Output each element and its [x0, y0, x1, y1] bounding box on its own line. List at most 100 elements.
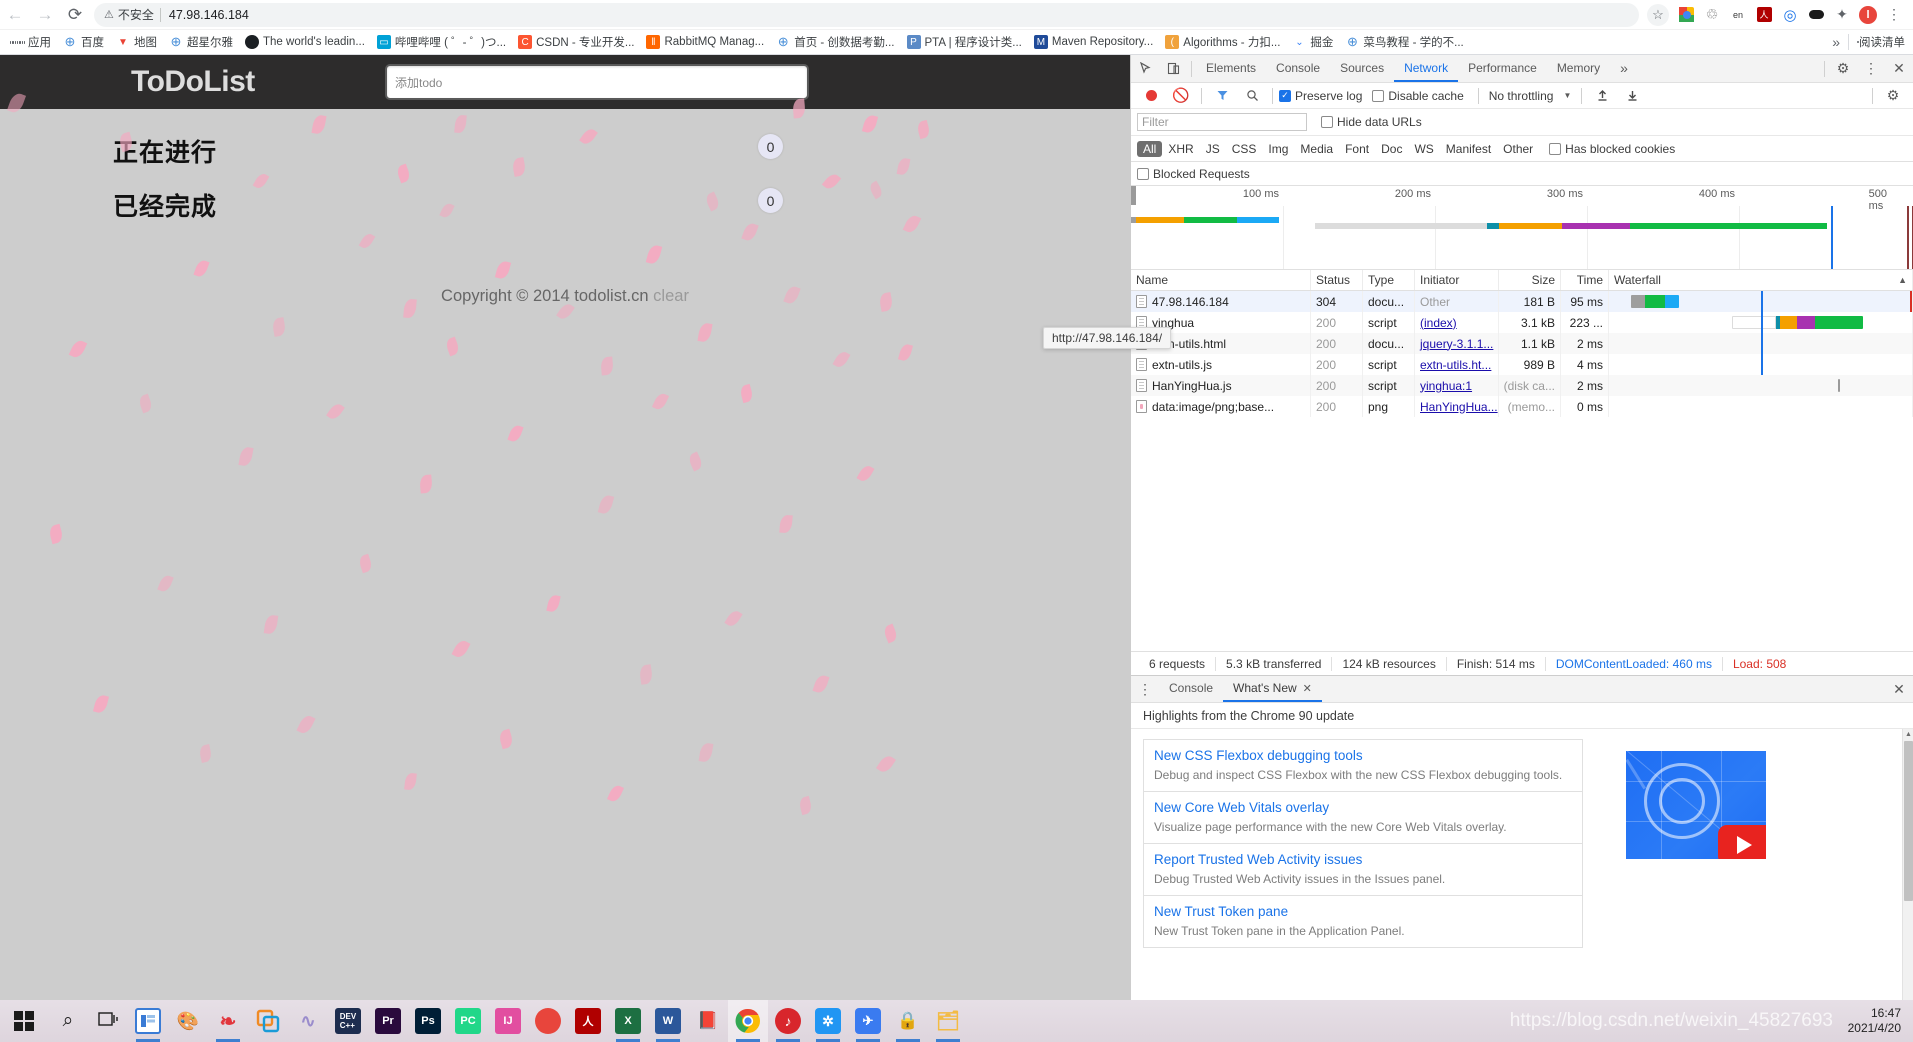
encrypt-pinned[interactable]: 🔒 [888, 1000, 928, 1042]
wps-pinned[interactable]: 🗂 [928, 1000, 968, 1042]
intellij-pinned[interactable]: IJ [488, 1000, 528, 1042]
snipaste-pinned[interactable]: ✲ [808, 1000, 848, 1042]
cell-initiator[interactable]: (index) [1415, 312, 1499, 333]
bookmark-item-7[interactable]: ‖ RabbitMQ Manag... [640, 31, 770, 53]
navicat-pinned[interactable]: ❧ [208, 1000, 248, 1042]
file-explorer-pinned[interactable] [128, 1000, 168, 1042]
netease-music-pinned[interactable]: ♪ [768, 1000, 808, 1042]
bookmark-item-2[interactable]: ▼ 地图 [110, 31, 163, 53]
column-header-name[interactable]: Name [1131, 270, 1311, 290]
foxmail-pinned[interactable]: ✈ [848, 1000, 888, 1042]
hide-data-urls-checkbox[interactable]: Hide data URLs [1321, 115, 1430, 129]
tabs-overflow-button[interactable]: » [1610, 55, 1638, 82]
blocked-requests-checkbox[interactable]: Blocked Requests [1137, 167, 1258, 181]
settings-gear-icon[interactable]: ⚙ [1829, 56, 1857, 82]
filter-input[interactable]: Filter [1137, 113, 1307, 131]
tab-memory[interactable]: Memory [1547, 55, 1610, 82]
tab-elements[interactable]: Elements [1196, 55, 1266, 82]
pycharm-pinned[interactable]: PC [448, 1000, 488, 1042]
table-row[interactable]: yinghua 200 script (index) 3.1 kB 223 ... [1131, 312, 1913, 333]
close-drawer-icon[interactable]: ✕ [1885, 676, 1913, 702]
clear-link[interactable]: clear [653, 287, 689, 305]
whats-new-scrollbar[interactable]: ▲ [1902, 729, 1913, 1000]
initiator-link[interactable]: (index) [1420, 316, 1457, 330]
disable-cache-checkbox[interactable]: Disable cache [1372, 89, 1471, 103]
column-header-time[interactable]: Time [1561, 270, 1609, 290]
paint-pinned[interactable]: 🎨 [168, 1000, 208, 1042]
whats-new-card-title[interactable]: Report Trusted Web Activity issues [1154, 850, 1572, 870]
type-filter-manifest[interactable]: Manifest [1440, 141, 1497, 157]
close-devtools-icon[interactable]: ✕ [1885, 56, 1913, 82]
start-button[interactable] [0, 1000, 48, 1042]
cell-initiator[interactable]: jquery-3.1.1... [1415, 333, 1499, 354]
initiator-link[interactable]: Other [1420, 295, 1450, 309]
drawer-menu-icon[interactable]: ⋮ [1131, 676, 1159, 702]
whats-new-card-3[interactable]: New Trust Token pane New Trust Token pane… [1143, 895, 1583, 948]
throttling-select[interactable]: No throttling ▼ [1485, 89, 1576, 103]
devcpp-pinned[interactable]: DEV C++ [328, 1000, 368, 1042]
chrome-menu-icon[interactable]: ⋮ [1881, 2, 1907, 28]
task-view-button[interactable] [88, 1000, 128, 1042]
whats-new-card-1[interactable]: New Core Web Vitals overlay Visualize pag… [1143, 791, 1583, 844]
bookmark-item-11[interactable]: (Algorithms - 力扣... [1159, 31, 1286, 53]
profile-avatar-icon[interactable]: l [1855, 2, 1881, 28]
network-settings-gear-icon[interactable]: ⚙ [1879, 83, 1907, 109]
cell-initiator[interactable]: Other [1415, 291, 1499, 312]
address-bar[interactable]: ⚠ 不安全 47.98.146.184 [94, 2, 1639, 27]
cell-initiator[interactable]: HanYingHua... [1415, 396, 1499, 417]
initiator-link[interactable]: HanYingHua... [1420, 400, 1498, 414]
mysql-workbench-pinned[interactable]: ∿ [288, 1000, 328, 1042]
table-row[interactable]: 47.98.146.184 304 docu... Other 181 B 95 ms [1131, 291, 1913, 312]
word-pinned[interactable]: W [648, 1000, 688, 1042]
type-filter-font[interactable]: Font [1339, 141, 1375, 157]
device-toolbar-icon[interactable] [1159, 56, 1187, 82]
type-filter-all[interactable]: All [1137, 140, 1163, 157]
bookmark-item-12[interactable]: ⌄ 掘金 [1286, 31, 1339, 53]
inspect-element-icon[interactable] [1131, 56, 1159, 82]
drawer-tab-console[interactable]: Console [1159, 676, 1223, 702]
photoshop-pinned[interactable]: Ps [408, 1000, 448, 1042]
has-blocked-cookies-checkbox[interactable]: Has blocked cookies [1549, 142, 1683, 156]
add-todo-input[interactable]: 添加todo [385, 64, 809, 100]
momo-extension-icon[interactable] [1803, 2, 1829, 28]
bookmark-item-8[interactable]: ⊕ 首页 - 创数据考勤... [770, 31, 900, 53]
type-filter-css[interactable]: CSS [1226, 141, 1263, 157]
column-header-status[interactable]: Status [1311, 270, 1363, 290]
chrome-active[interactable] [728, 1000, 768, 1042]
type-filter-media[interactable]: Media [1294, 141, 1339, 157]
type-filter-ws[interactable]: WS [1408, 141, 1439, 157]
chrome-download-extension-icon[interactable] [1673, 2, 1699, 28]
whats-new-card-title[interactable]: New Trust Token pane [1154, 902, 1572, 922]
back-button[interactable]: ← [0, 2, 30, 28]
bookmarks-overflow-button[interactable]: » [1824, 34, 1848, 50]
initiator-link[interactable]: yinghua:1 [1420, 379, 1472, 393]
bookmark-item-0[interactable]: 应用 [4, 31, 57, 53]
premiere-pinned[interactable]: Pr [368, 1000, 408, 1042]
table-row[interactable]: extn-utils.html 200 docu... jquery-3.1.1...… [1131, 333, 1913, 354]
close-tab-icon[interactable]: ✕ [1303, 682, 1312, 695]
translate-extension-icon[interactable]: en [1725, 2, 1751, 28]
acrobat-pinned[interactable]: 人 [568, 1000, 608, 1042]
bookmark-item-10[interactable]: M Maven Repository... [1028, 31, 1159, 53]
network-overview-graph[interactable]: 100 ms 200 ms 300 ms 400 ms 500 ms [1131, 186, 1913, 270]
tab-performance[interactable]: Performance [1458, 55, 1547, 82]
search-icon[interactable] [1238, 83, 1266, 109]
cell-initiator[interactable]: extn-utils.ht... [1415, 354, 1499, 375]
reload-button[interactable]: ⟳ [60, 2, 90, 28]
devtools-menu-icon[interactable]: ⋮ [1857, 56, 1885, 82]
whats-new-card-title[interactable]: New CSS Flexbox debugging tools [1154, 746, 1572, 766]
puzzle-extensions-icon[interactable]: ✦ [1829, 2, 1855, 28]
export-har-icon[interactable] [1618, 83, 1646, 109]
tab-network[interactable]: Network [1394, 55, 1459, 82]
type-filter-js[interactable]: JS [1200, 141, 1226, 157]
bookmark-item-4[interactable]: The world's leadin... [239, 31, 371, 53]
tab-sources[interactable]: Sources [1330, 55, 1394, 82]
type-filter-doc[interactable]: Doc [1375, 141, 1408, 157]
opera-pinned[interactable] [528, 1000, 568, 1042]
initiator-link[interactable]: jquery-3.1.1... [1420, 337, 1493, 351]
column-header-type[interactable]: Type [1363, 270, 1415, 290]
search-button[interactable]: ⌕ [48, 1000, 88, 1042]
network-table-scrollbar[interactable] [1902, 500, 1913, 620]
table-row[interactable]: extn-utils.js 200 script extn-utils.ht... 98… [1131, 354, 1913, 375]
bookmark-item-3[interactable]: ⊕ 超星尔雅 [163, 31, 239, 53]
